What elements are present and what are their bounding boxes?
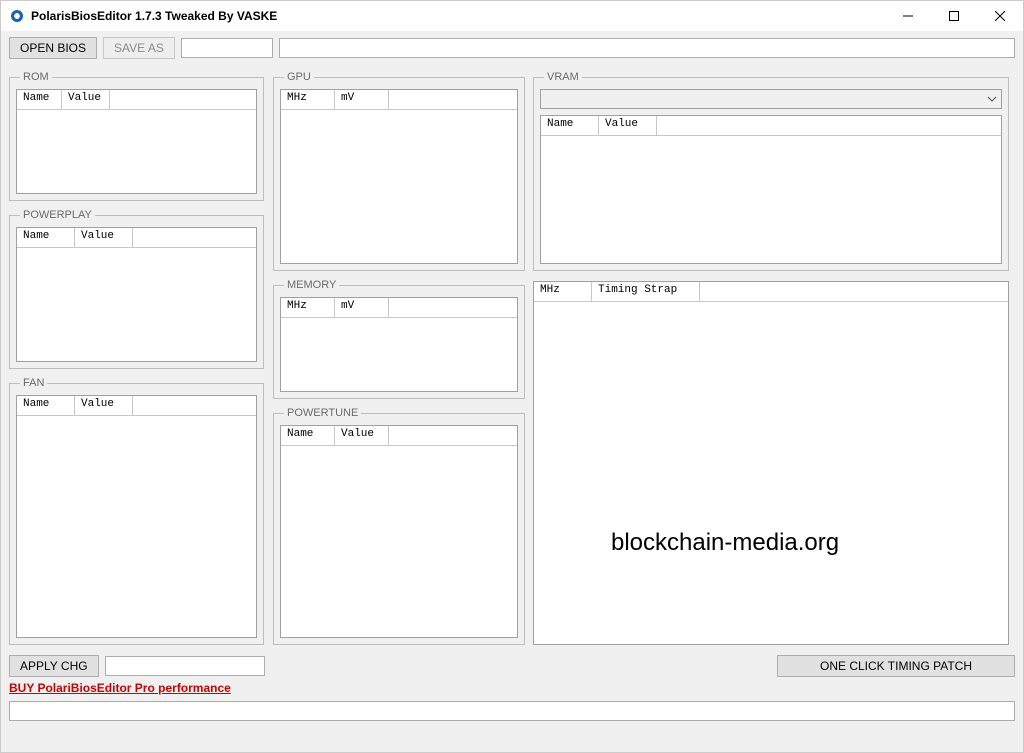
timing-strap-list[interactable]: MHz Timing Strap: [533, 281, 1009, 645]
fan-col-name[interactable]: Name: [17, 396, 75, 415]
toolbar-text1[interactable]: [181, 38, 273, 58]
gpu-col-mhz[interactable]: MHz: [281, 90, 335, 109]
gpu-col-mv[interactable]: mV: [335, 90, 389, 109]
memory-col-mhz[interactable]: MHz: [281, 298, 335, 317]
bottom-textbox[interactable]: [9, 701, 1015, 721]
titlebar: PolarisBiosEditor 1.7.3 Tweaked By VASKE: [1, 1, 1023, 31]
powertune-col-value[interactable]: Value: [335, 426, 389, 445]
client-area: OPEN BIOS SAVE AS ROM Name Value POWERPL…: [1, 31, 1023, 752]
chevron-down-icon: [985, 92, 999, 106]
powertune-col-name[interactable]: Name: [281, 426, 335, 445]
fan-col-value[interactable]: Value: [75, 396, 133, 415]
close-button[interactable]: [977, 1, 1023, 31]
app-icon: [9, 8, 25, 24]
powertune-legend: POWERTUNE: [284, 407, 361, 419]
vram-select[interactable]: [540, 89, 1002, 109]
toolbar: OPEN BIOS SAVE AS: [9, 37, 1015, 59]
rom-legend: ROM: [20, 71, 52, 83]
vram-group: VRAM Name Value: [533, 71, 1009, 271]
powerplay-col-name[interactable]: Name: [17, 228, 75, 247]
apply-chg-button[interactable]: APPLY CHG: [9, 655, 99, 677]
powerplay-col-value[interactable]: Value: [75, 228, 133, 247]
powerplay-list[interactable]: Name Value: [16, 227, 257, 362]
timing-strap-panel: MHz Timing Strap: [533, 281, 1009, 645]
fan-group: FAN Name Value: [9, 377, 264, 645]
memory-group: MEMORY MHz mV: [273, 279, 525, 399]
open-bios-button[interactable]: OPEN BIOS: [9, 37, 97, 59]
rom-group: ROM Name Value: [9, 71, 264, 201]
strap-col-mhz[interactable]: MHz: [534, 282, 592, 301]
memory-legend: MEMORY: [284, 279, 339, 291]
gpu-group: GPU MHz mV: [273, 71, 525, 271]
powerplay-legend: POWERPLAY: [20, 209, 95, 221]
app-window: PolarisBiosEditor 1.7.3 Tweaked By VASKE…: [0, 0, 1024, 753]
powerplay-group: POWERPLAY Name Value: [9, 209, 264, 369]
save-as-button[interactable]: SAVE AS: [103, 37, 175, 59]
memory-list[interactable]: MHz mV: [280, 297, 518, 392]
strap-col-strap[interactable]: Timing Strap: [592, 282, 700, 301]
one-click-timing-patch-button[interactable]: ONE CLICK TIMING PATCH: [777, 655, 1015, 677]
minimize-button[interactable]: [885, 1, 931, 31]
gpu-legend: GPU: [284, 71, 314, 83]
maximize-button[interactable]: [931, 1, 977, 31]
fan-legend: FAN: [20, 377, 47, 389]
rom-col-value[interactable]: Value: [62, 90, 110, 109]
bottom-bar: APPLY CHG ONE CLICK TIMING PATCH: [9, 655, 1015, 677]
buy-pro-link[interactable]: BUY PolariBiosEditor Pro performance: [9, 681, 231, 695]
window-title: PolarisBiosEditor 1.7.3 Tweaked By VASKE: [31, 9, 277, 23]
gpu-list[interactable]: MHz mV: [280, 89, 518, 264]
vram-col-name[interactable]: Name: [541, 116, 599, 135]
apply-chg-input[interactable]: [105, 656, 265, 676]
powertune-list[interactable]: Name Value: [280, 425, 518, 638]
fan-list[interactable]: Name Value: [16, 395, 257, 638]
vram-col-value[interactable]: Value: [599, 116, 657, 135]
rom-list[interactable]: Name Value: [16, 89, 257, 194]
vram-legend: VRAM: [544, 71, 582, 83]
powertune-group: POWERTUNE Name Value: [273, 407, 525, 645]
memory-col-mv[interactable]: mV: [335, 298, 389, 317]
rom-col-name[interactable]: Name: [17, 90, 62, 109]
vram-list[interactable]: Name Value: [540, 115, 1002, 264]
toolbar-text2[interactable]: [279, 38, 1015, 58]
